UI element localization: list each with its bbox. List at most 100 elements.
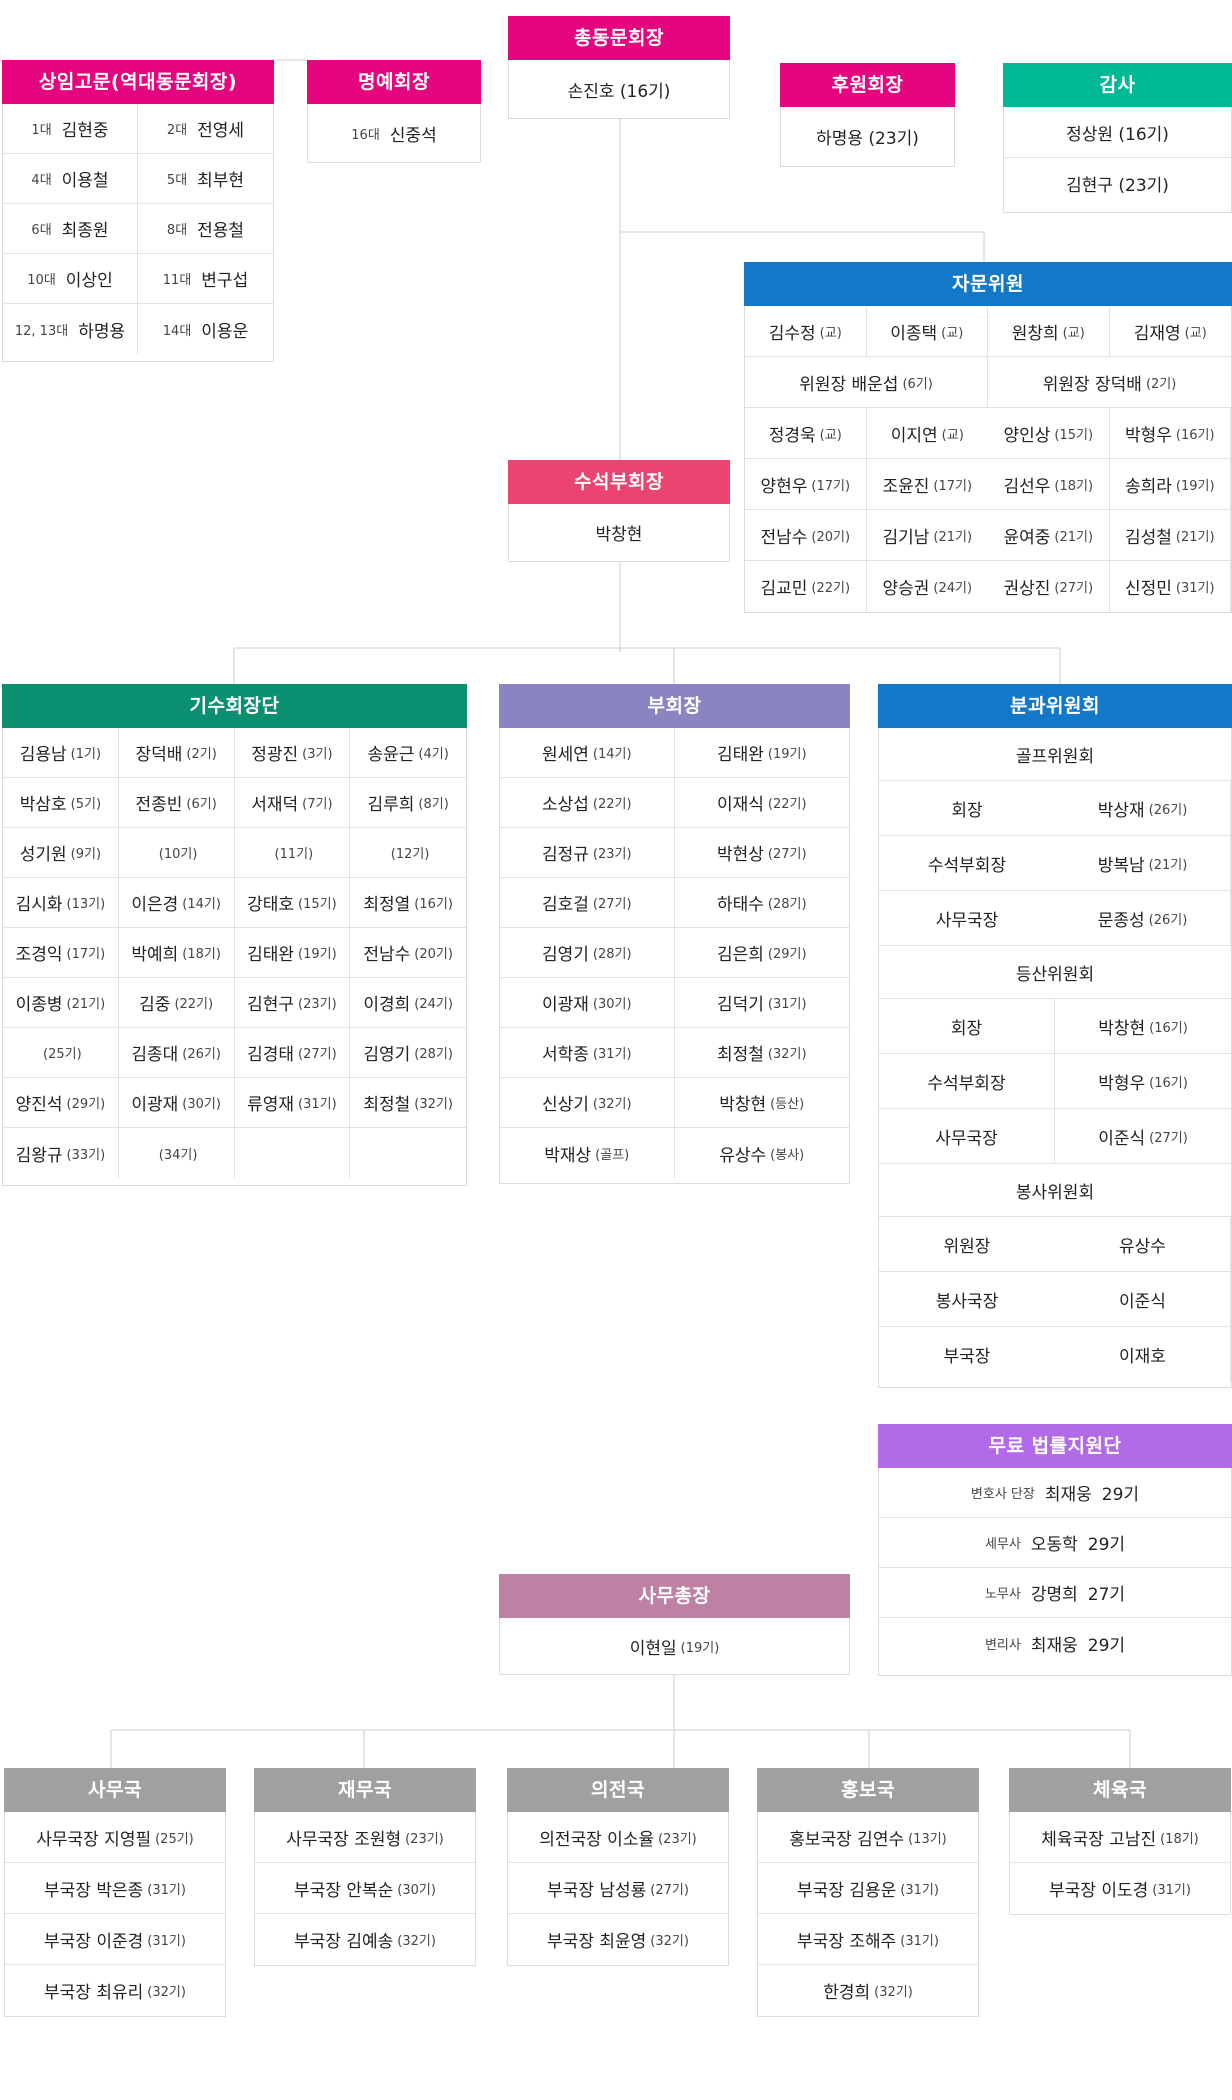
vice-president-gen: (27기) bbox=[592, 897, 632, 912]
president-title: 총동문회장 bbox=[508, 16, 730, 60]
consult-member-name: 정경욱 bbox=[768, 425, 816, 446]
vice-presidents-grid: 원세연 (14기) 김태완 (19기) 소상섭 (22기) 이재식 (22기) 김정규 (23기)… bbox=[500, 728, 849, 1178]
consult-member-gen: (21기) bbox=[933, 529, 973, 545]
class-president-name: 양진석 bbox=[15, 1095, 63, 1115]
committee-role-label: 봉사국장 bbox=[935, 1291, 999, 1312]
consult-member-gen: (27기) bbox=[1054, 581, 1094, 596]
bureau-box: 재무국 사무국장 조원형 (23기) 부국장 안복순 (30기) 부국장 김예송 (32기) bbox=[254, 1768, 476, 1966]
vice-president-name: 신상기 bbox=[541, 1095, 589, 1115]
vice-president-cell: 이광재 (30기) bbox=[500, 978, 675, 1028]
advisor-term: 2대 bbox=[166, 123, 188, 138]
class-presidents-title: 기수회장단 bbox=[2, 684, 467, 728]
vice-president-gen: (22기) bbox=[767, 797, 807, 812]
consult-member-gen: (6기) bbox=[902, 376, 933, 392]
class-president-cell: 최정열 (16기) bbox=[350, 878, 466, 928]
consult-member: 김선우 (18기) bbox=[988, 459, 1110, 510]
bureau-list: 체육국장 고남진 (18기) 부국장 이도경 (31기) bbox=[1010, 1812, 1230, 1914]
class-president-cell: (34기) bbox=[119, 1128, 235, 1178]
bureau-title: 재무국 bbox=[254, 1768, 476, 1812]
committee-member: 이준식 bbox=[1055, 1272, 1231, 1327]
bureau-title: 사무국 bbox=[4, 1768, 226, 1812]
committee-name: 등산위원회 bbox=[879, 946, 1231, 999]
vice-president-name: 유상수 bbox=[719, 1145, 767, 1166]
vice-president-name: 김정규 bbox=[541, 845, 589, 865]
honorary-box: 명예회장 16대 신중석 bbox=[307, 60, 481, 163]
consult-member: 윤여중 (21기) bbox=[988, 510, 1110, 561]
advisor-term: 10대 bbox=[27, 273, 56, 288]
bureau-member-gen: (32기) bbox=[650, 1934, 689, 1949]
committee-role: 사무국장 bbox=[879, 891, 1055, 946]
class-president-name: 김경태 bbox=[247, 1045, 294, 1065]
consult-member: 신정민 (31기) bbox=[1110, 561, 1231, 612]
advisor-name: 전영세 bbox=[197, 121, 245, 141]
class-president-name: 서재덕 bbox=[251, 795, 299, 815]
bureau-member-name: 부국장 남성룡 bbox=[547, 1880, 647, 1901]
committee-role-label: 위원장 bbox=[943, 1236, 991, 1257]
vice-president-cell: 박재상 (골프) bbox=[500, 1128, 675, 1178]
advisor-term: 11대 bbox=[162, 273, 192, 288]
consult-member: 김재영 (교) bbox=[1109, 306, 1231, 357]
committees-grid: 골프위원회 회장 박상재 (26기) 수석부회장 방복남 (21기) 사무국장 문종성 (26기)… bbox=[879, 728, 1231, 1382]
consult-member: 박형우 (16기) bbox=[1109, 408, 1231, 459]
bureau-member: 부국장 김용운 (31기) bbox=[758, 1863, 978, 1914]
consult-grid: 김수정 (교) 이종택 (교) 원창희 (교) 김재영 (교) 위원장 배운섭 (6기) 위원장 장… bbox=[745, 306, 1231, 612]
committee-role: 봉사국장 bbox=[879, 1272, 1055, 1327]
bureau-member: 한경희 (32기) bbox=[758, 1965, 978, 2016]
class-president-name: 박삼호 bbox=[19, 795, 67, 815]
legal-grid: 변호사 단장 최재웅 29기 세무사 오동학 29기 노무사 강명희 27기 변리사 최재웅 29기 bbox=[879, 1468, 1231, 1668]
committees-title: 분과위원회 bbox=[878, 684, 1232, 728]
class-president-name: 강태호 bbox=[247, 895, 294, 915]
class-president-name: 김용남 bbox=[19, 745, 67, 765]
consult-member: 김수정 (교) bbox=[745, 306, 867, 357]
class-president-name: 이경희 bbox=[363, 995, 411, 1015]
bureau-member-gen: (23기) bbox=[658, 1831, 697, 1847]
sponsor-title: 후원회장 bbox=[780, 63, 955, 107]
vice-president-cell: 최정철 (32기) bbox=[674, 1028, 849, 1078]
vice-president-cell: 김덕기 (31기) bbox=[674, 978, 849, 1028]
bureau-member-gen: (31기) bbox=[147, 1882, 186, 1898]
vice-president-name: 김은희 bbox=[716, 945, 764, 965]
bureau-title: 의전국 bbox=[507, 1768, 729, 1812]
committee-member-gen: (16기) bbox=[1149, 1075, 1188, 1091]
class-president-gen: (33기) bbox=[66, 1147, 106, 1163]
bureau-member-gen: (31기) bbox=[147, 1933, 186, 1949]
consult-member: 이지연 (교) bbox=[866, 408, 988, 459]
class-president-cell: 최정철 (32기) bbox=[350, 1078, 466, 1128]
bureau-member-name: 부국장 김용운 bbox=[797, 1880, 897, 1901]
class-president-name: 박예희 bbox=[131, 945, 179, 965]
consult-member-name: 양승권 bbox=[882, 579, 930, 599]
committee-name: 봉사위원회 bbox=[879, 1164, 1231, 1217]
vice-president-name: 김호걸 bbox=[541, 895, 589, 915]
bureau-member: 부국장 안복순 (30기) bbox=[255, 1863, 475, 1914]
class-president-cell: 김루희 (8기) bbox=[350, 778, 466, 828]
vice-president-gen: (골프) bbox=[595, 1147, 630, 1163]
class-president-gen: (32기) bbox=[414, 1097, 453, 1112]
consult-member-gen: (교) bbox=[819, 427, 842, 443]
class-president-cell: 송윤근 (4기) bbox=[350, 728, 466, 778]
committee-member-gen: (26기) bbox=[1148, 802, 1188, 818]
committee-member-name: 이재호 bbox=[1119, 1347, 1166, 1367]
consult-member: 권상진 (27기) bbox=[988, 561, 1110, 612]
vice-president-cell: 김영기 (28기) bbox=[500, 928, 675, 978]
committee-member-name: 이준식 bbox=[1098, 1128, 1146, 1149]
consult-member-gen: (22기) bbox=[811, 581, 851, 596]
class-president-name: 김왕규 bbox=[15, 1145, 63, 1166]
legal-member: 변리사 최재웅 29기 bbox=[879, 1618, 1231, 1668]
advisors-box: 상임고문(역대동문회장) 1대 김현중 2대 전영세 4대 이용철 5대 최부현 6대 최종원 8대… bbox=[2, 60, 274, 362]
secretary-general-row: 이현일 (19기) bbox=[500, 1618, 849, 1674]
advisor-cell: 12, 13대 하명용 bbox=[3, 304, 138, 354]
consult-member-name: 위원장 장덕배 bbox=[1042, 374, 1142, 395]
class-president-name: 최정철 bbox=[363, 1095, 411, 1115]
consult-member: 양현우 (17기) bbox=[745, 459, 867, 510]
bureau-list: 사무국장 지영필 (25기) 부국장 박은종 (31기) 부국장 이준경 (31기) 부국장… bbox=[5, 1812, 225, 2016]
bureau-member-gen: (25기) bbox=[155, 1831, 194, 1847]
legal-member: 노무사 강명희 27기 bbox=[879, 1568, 1231, 1618]
class-president-name: 김루희 bbox=[367, 795, 415, 815]
bureau-list: 사무국장 조원형 (23기) 부국장 안복순 (30기) 부국장 김예송 (32기) bbox=[255, 1812, 475, 1965]
bureau-title: 홍보국 bbox=[757, 1768, 979, 1812]
secretary-general-gen: (19기) bbox=[680, 1640, 720, 1656]
vice-president-gen: (30기) bbox=[592, 997, 632, 1012]
class-president-name: 김영기 bbox=[363, 1045, 411, 1065]
bureau-member-name: 부국장 이준경 bbox=[44, 1931, 144, 1952]
bureau-list: 홍보국장 김연수 (13기) 부국장 김용운 (31기) 부국장 조해주 (31기) 한경희… bbox=[758, 1812, 978, 2016]
